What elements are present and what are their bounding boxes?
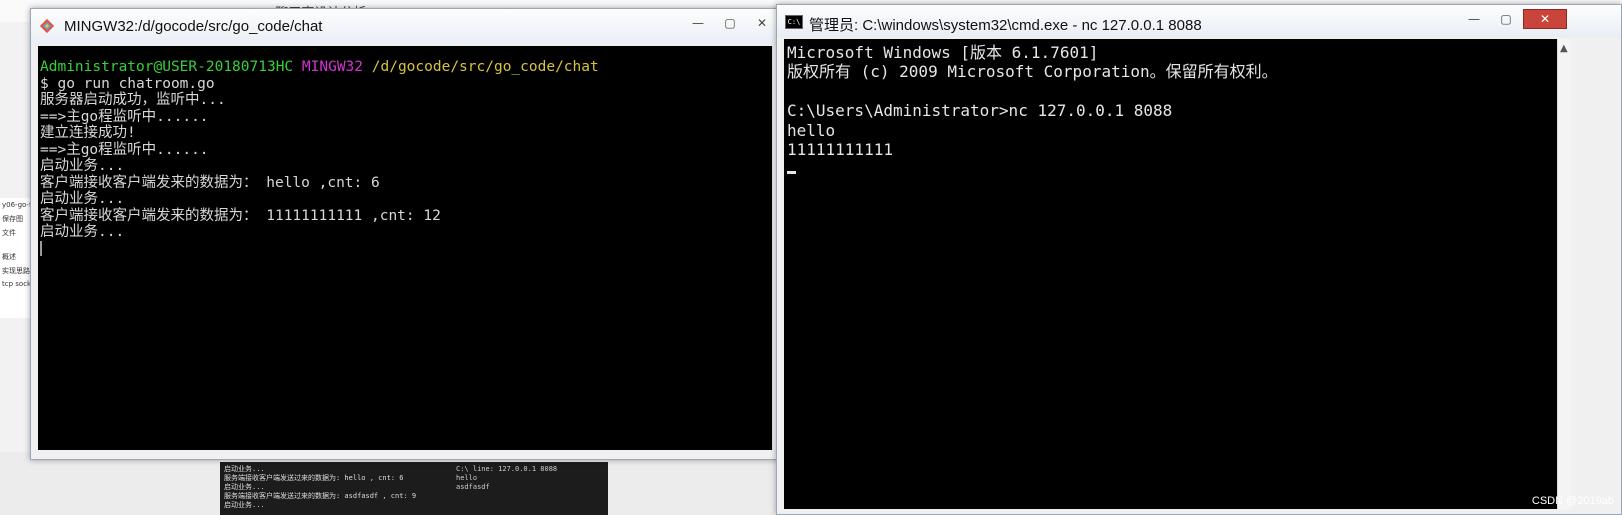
cmd-console-output[interactable]: Microsoft Windows [版本 6.1.7601] 版权所有 (c) … xyxy=(784,39,1557,509)
cmd-window[interactable]: C:\ 管理员: C:\windows\system32\cmd.exe - n… xyxy=(776,4,1622,515)
maximize-button[interactable]: ▢ xyxy=(1491,9,1521,29)
mingw-terminal-window[interactable]: MINGW32:/d/gocode/src/go_code/chat — ▢ ✕… xyxy=(30,8,790,460)
watermark: CSDN @2019ab xyxy=(1531,495,1614,507)
console-line: Microsoft Windows [版本 6.1.7601] xyxy=(787,43,1099,62)
mingw-terminal-output[interactable]: Administrator@USER-20180713HC MINGW32 /d… xyxy=(38,46,772,450)
cmd-scrollbar[interactable]: ▲ xyxy=(1557,39,1571,509)
terminal-output-line: ==>主go程监听中...... xyxy=(40,141,209,158)
terminal-output-line: 客户端接收客户端发来的数据为： 11111111111 ,cnt: 12 xyxy=(40,207,441,224)
prompt-env: MINGW32 xyxy=(301,59,364,75)
mini-terminal-line: 启动业务... xyxy=(224,501,265,509)
terminal-output-line: 建立连接成功! xyxy=(40,125,136,141)
mingw-window-title: MINGW32:/d/gocode/src/go_code/chat xyxy=(64,18,323,35)
close-button[interactable]: ✕ xyxy=(747,13,777,33)
minimize-button[interactable]: — xyxy=(1459,9,1489,29)
text-cursor xyxy=(40,241,42,256)
mini-terminal-line: hello xyxy=(456,474,478,482)
console-line: 版权所有 (c) 2009 Microsoft Corporation。保留所有… xyxy=(787,62,1278,82)
console-line: hello xyxy=(787,120,836,140)
mingw-window-controls: — ▢ ✕ xyxy=(681,13,777,33)
close-button[interactable]: ✕ xyxy=(1523,9,1567,29)
console-line: C:\Users\Administrator>nc 127.0.0.1 8088 xyxy=(787,101,1173,121)
text-cursor xyxy=(787,171,796,175)
scroll-up-arrow-icon[interactable]: ▲ xyxy=(1560,43,1568,54)
terminal-prompt-line: Administrator@USER-20180713HC MINGW32 /d… xyxy=(40,59,772,76)
cmd-icon: C:\ xyxy=(785,15,803,29)
background-mini-terminal: 启动业务... 服务端接收客户端发送过来的数据为: hello , cnt: 6… xyxy=(220,462,608,515)
git-diamond-icon xyxy=(39,18,55,34)
terminal-output-line: ==>主go程监听中...... xyxy=(40,108,209,125)
maximize-button[interactable]: ▢ xyxy=(715,13,745,33)
terminal-cursor-line xyxy=(40,241,772,258)
terminal-output-line: 客户端接收客户端发来的数据为： hello ,cnt: 6 xyxy=(40,174,380,191)
console-cursor-line xyxy=(787,159,1557,178)
console-line: 11111111111 xyxy=(787,140,893,160)
mini-terminal-line: C:\ line: 127.0.0.1 8088 xyxy=(456,465,558,473)
terminal-output-line: 启动业务... xyxy=(40,224,125,240)
mini-terminal-line: 服务端接收客户端发送过来的数据为: asdfasdf , cnt: 9 xyxy=(224,492,417,500)
prompt-user-host: Administrator@USER-20180713HC xyxy=(40,59,294,75)
terminal-output-line: 启动业务... xyxy=(40,191,125,207)
mini-terminal-right-pane: C:\ line: 127.0.0.1 8088 hello asdfasdf xyxy=(456,465,604,492)
terminal-output-line: 服务器启动成功，监听中... xyxy=(40,92,226,108)
mingw-titlebar[interactable]: MINGW32:/d/gocode/src/go_code/chat — ▢ ✕ xyxy=(31,9,789,45)
cmd-titlebar[interactable]: C:\ 管理员: C:\windows\system32\cmd.exe - n… xyxy=(777,5,1621,37)
cmd-window-title: 管理员: C:\windows\system32\cmd.exe - nc 12… xyxy=(809,17,1202,34)
mini-terminal-line: asdfasdf xyxy=(456,483,490,491)
terminal-command-line: $ go run chatroom.go xyxy=(40,75,215,92)
minimize-button[interactable]: — xyxy=(683,13,713,33)
cmd-window-controls: — ▢ ✕ xyxy=(1457,9,1567,29)
terminal-output-line: 启动业务... xyxy=(40,158,125,174)
prompt-path: /d/gocode/src/go_code/chat xyxy=(371,59,599,75)
